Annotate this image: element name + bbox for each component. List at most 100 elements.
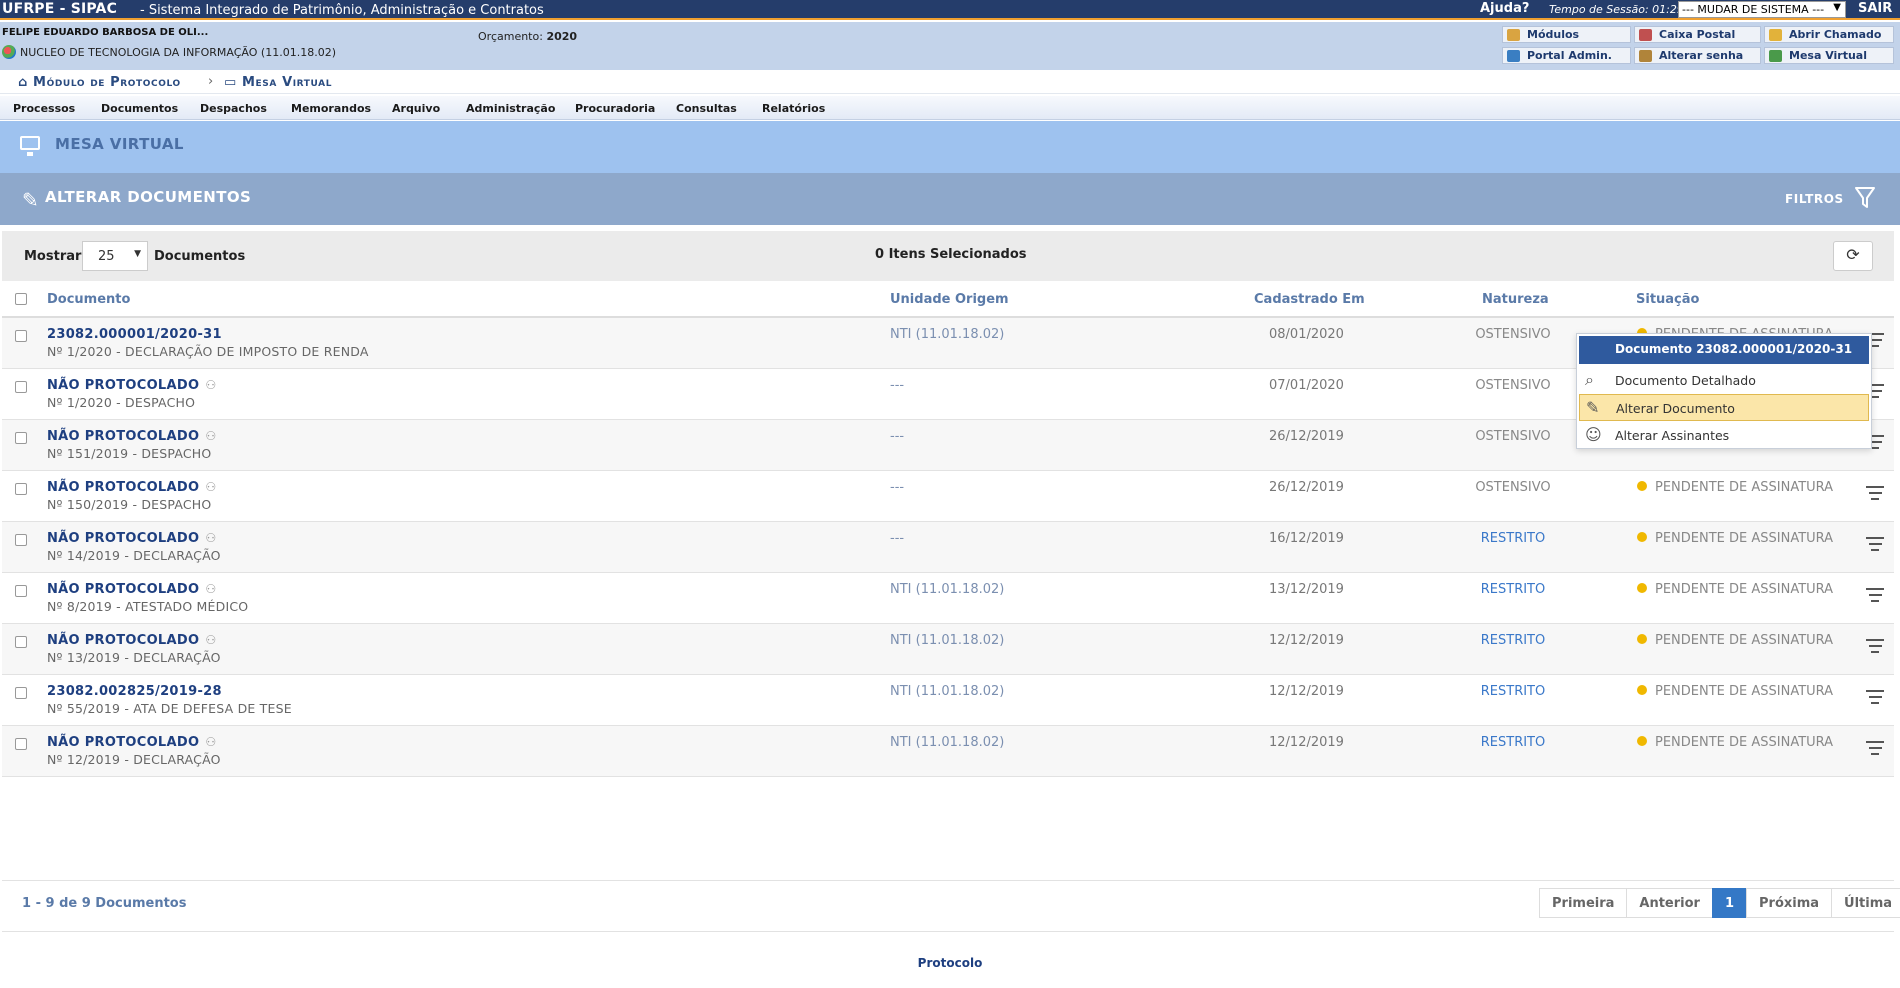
nature-value: OSTENSIVO — [1475, 429, 1551, 444]
page-current-button[interactable]: 1 — [1711, 888, 1748, 918]
menu-relatorios[interactable]: Relatórios — [762, 102, 825, 115]
origin-unit: NTI (11.01.18.02) — [890, 327, 1005, 342]
registered-date: 07/01/2020 — [1269, 378, 1344, 393]
status: PENDENTE DE ASSINATURA — [1637, 735, 1833, 750]
document-number: 23082.000001/2020-31 — [47, 327, 222, 342]
row-checkbox[interactable] — [15, 636, 27, 648]
page-root: UFRPE - SIPAC - Sistema Integrado de Pat… — [0, 0, 1900, 988]
document-link[interactable]: NÃO PROTOCOLADO ⚇ — [47, 582, 216, 597]
row-actions-icon[interactable] — [1866, 486, 1884, 504]
document-link[interactable]: NÃO PROTOCOLADO ⚇ — [47, 480, 216, 495]
select-all-checkbox[interactable] — [15, 293, 27, 305]
change-password-button[interactable]: Alterar senha — [1634, 47, 1761, 64]
row-checkbox[interactable] — [15, 381, 27, 393]
registered-date: 16/12/2019 — [1269, 531, 1344, 546]
filters-label[interactable]: FILTROS — [1785, 192, 1844, 206]
top-bar: UFRPE - SIPAC - Sistema Integrado de Pat… — [0, 0, 1900, 20]
table-row[interactable]: NÃO PROTOCOLADO ⚇ Nº 14/2019 - DECLARAÇÃO -… — [2, 522, 1894, 573]
mailbox-icon — [1639, 29, 1652, 41]
table-row[interactable]: NÃO PROTOCOLADO ⚇ Nº 150/2019 - DESPACHO --… — [2, 471, 1894, 522]
modules-icon — [1507, 29, 1520, 41]
document-link[interactable]: NÃO PROTOCOLADO ⚇ — [47, 429, 216, 444]
refresh-button[interactable]: ⟳ — [1833, 241, 1873, 271]
menu-despachos[interactable]: Despachos — [200, 102, 267, 115]
row-checkbox[interactable] — [15, 483, 27, 495]
admin-portal-button[interactable]: Portal Admin. — [1502, 47, 1631, 64]
menu-item-edit-document-label: Alterar Documento — [1616, 401, 1735, 416]
document-link[interactable]: NÃO PROTOCOLADO ⚇ — [47, 633, 216, 648]
menu-administracao[interactable]: Administração — [466, 102, 555, 115]
row-checkbox[interactable] — [15, 534, 27, 546]
filter-icon[interactable] — [1854, 185, 1876, 211]
menu-processos[interactable]: Processos — [13, 102, 75, 115]
col-situacao: Situação — [1636, 292, 1700, 307]
person-icon: ⚇ — [205, 582, 217, 596]
menu-item-edit-signers[interactable]: ☺ Alterar Assinantes — [1579, 422, 1869, 449]
origin-unit: NTI (11.01.18.02) — [890, 582, 1005, 597]
menu-arquivo[interactable]: Arquivo — [392, 102, 440, 115]
table-row[interactable]: NÃO PROTOCOLADO ⚇ Nº 13/2019 - DECLARAÇÃO N… — [2, 624, 1894, 675]
document-link[interactable]: NÃO PROTOCOLADO ⚇ — [47, 735, 216, 750]
pending-status-icon — [1637, 481, 1647, 491]
row-checkbox[interactable] — [15, 585, 27, 597]
change-system-value: --- MUDAR DE SISTEMA --- — [1682, 3, 1825, 16]
document-link[interactable]: 23082.000001/2020-31 — [47, 327, 222, 342]
page-first-button[interactable]: Primeira — [1539, 888, 1628, 918]
document-link[interactable]: NÃO PROTOCOLADO ⚇ — [47, 378, 216, 393]
menu-item-document-detail[interactable]: ⌕ Documento Detalhado — [1579, 367, 1869, 394]
status-label: PENDENTE DE ASSINATURA — [1655, 633, 1834, 648]
pencil-icon: ✎ — [1586, 398, 1600, 417]
document-link[interactable]: 23082.002825/2019-28 — [47, 684, 222, 699]
status: PENDENTE DE ASSINATURA — [1637, 480, 1833, 495]
row-actions-icon[interactable] — [1866, 741, 1884, 759]
modules-button[interactable]: Módulos — [1502, 26, 1631, 43]
document-description: Nº 8/2019 - ATESTADO MÉDICO — [47, 599, 249, 614]
menu-item-edit-signers-label: Alterar Assinantes — [1615, 428, 1730, 443]
breadcrumb: ⌂ Módulo de Protocolo › ▭ Mesa Virtual — [0, 70, 1900, 94]
row-actions-icon[interactable] — [1866, 690, 1884, 708]
mailbox-button[interactable]: Caixa Postal — [1634, 26, 1761, 43]
document-number: NÃO PROTOCOLADO — [47, 480, 200, 495]
person-icon: ⚇ — [205, 429, 217, 443]
status-label: PENDENTE DE ASSINATURA — [1655, 531, 1834, 546]
page-prev-button[interactable]: Anterior — [1626, 888, 1713, 918]
row-actions-icon[interactable] — [1866, 537, 1884, 555]
person-icon: ⚇ — [205, 531, 217, 545]
document-number: NÃO PROTOCOLADO — [47, 531, 200, 546]
menu-memorandos[interactable]: Memorandos — [291, 102, 371, 115]
help-link[interactable]: Ajuda? — [1480, 1, 1529, 16]
page-last-button[interactable]: Última — [1831, 888, 1900, 918]
row-actions-icon[interactable] — [1866, 639, 1884, 657]
row-checkbox[interactable] — [15, 738, 27, 750]
show-label: Mostrar — [24, 249, 82, 264]
status: PENDENTE DE ASSINATURA — [1637, 684, 1833, 699]
menu-documentos[interactable]: Documentos — [101, 102, 178, 115]
pending-status-icon — [1637, 532, 1647, 542]
footer-link[interactable]: Protocolo — [0, 956, 1900, 970]
breadcrumb-module[interactable]: ⌂ Módulo de Protocolo — [18, 75, 181, 90]
row-checkbox[interactable] — [15, 330, 27, 342]
menu-item-edit-document[interactable]: ✎ Alterar Documento — [1579, 394, 1869, 421]
person-icon: ⚇ — [205, 480, 217, 494]
menu-consultas[interactable]: Consultas — [676, 102, 737, 115]
table-row[interactable]: NÃO PROTOCOLADO ⚇ Nº 8/2019 - ATESTADO MÉD… — [2, 573, 1894, 624]
logout-link[interactable]: SAIR — [1858, 1, 1892, 16]
page-size-select[interactable]: 25 ▼ — [82, 241, 148, 271]
list-toolbar: Mostrar 25 ▼ Documentos 0 Itens Selecion… — [2, 231, 1894, 281]
breadcrumb-current[interactable]: ▭ Mesa Virtual — [224, 75, 332, 90]
budget-label: Orçamento: — [478, 30, 543, 43]
pending-status-icon — [1637, 736, 1647, 746]
table-row[interactable]: 23082.002825/2019-28 Nº 55/2019 - ATA DE … — [2, 675, 1894, 726]
document-link[interactable]: NÃO PROTOCOLADO ⚇ — [47, 531, 216, 546]
page-next-button[interactable]: Próxima — [1746, 888, 1833, 918]
table-row[interactable]: NÃO PROTOCOLADO ⚇ Nº 12/2019 - DECLARAÇÃO N… — [2, 726, 1894, 777]
open-ticket-button[interactable]: Abrir Chamado — [1764, 26, 1894, 43]
row-checkbox[interactable] — [15, 687, 27, 699]
row-actions-icon[interactable] — [1866, 588, 1884, 606]
menu-procuradoria[interactable]: Procuradoria — [575, 102, 655, 115]
change-system-select[interactable]: --- MUDAR DE SISTEMA --- ▼ — [1678, 1, 1846, 18]
person-icon: ⚇ — [205, 378, 217, 392]
row-checkbox[interactable] — [15, 432, 27, 444]
documents-label: Documentos — [154, 249, 246, 264]
virtual-desk-button[interactable]: Mesa Virtual — [1764, 47, 1894, 64]
